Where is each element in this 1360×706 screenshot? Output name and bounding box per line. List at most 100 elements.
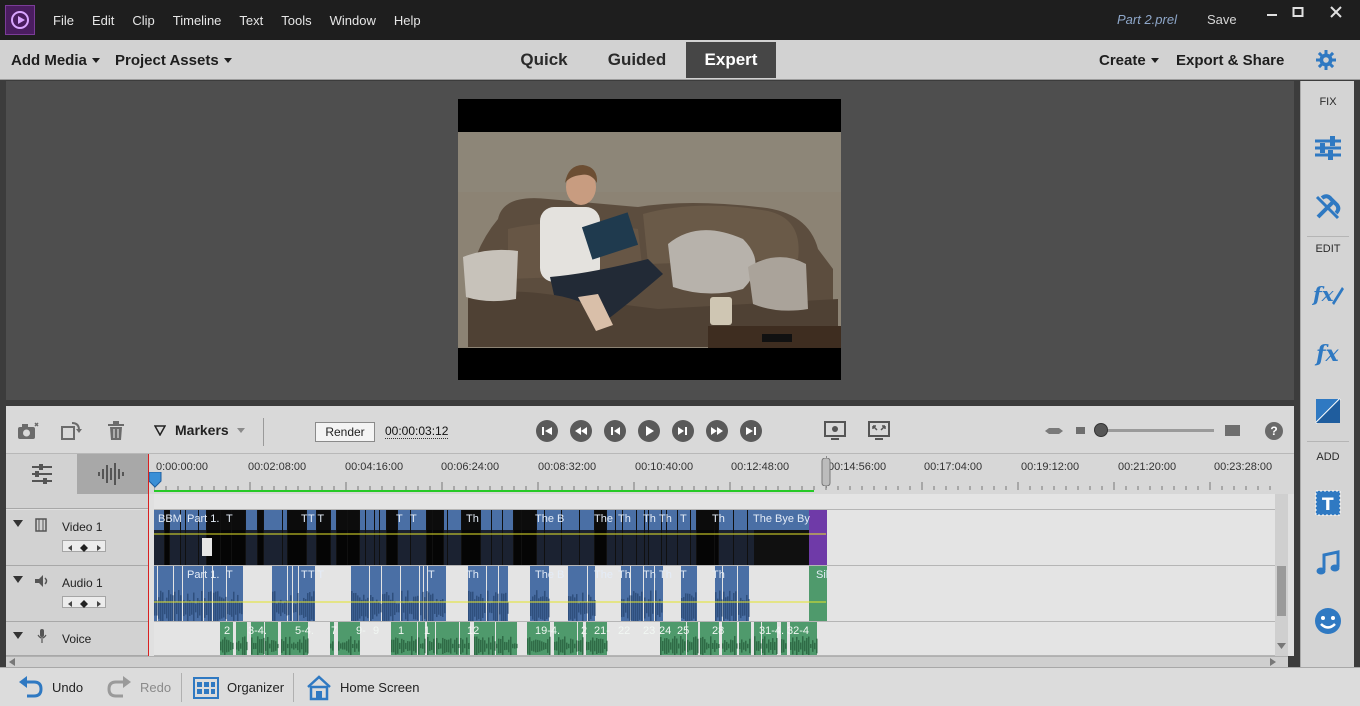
tab-guided[interactable]: Guided xyxy=(595,42,679,78)
menu-clip[interactable]: Clip xyxy=(123,13,163,28)
speaker-icon[interactable] xyxy=(34,574,50,588)
play-icon xyxy=(646,426,654,436)
tab-expert[interactable]: Expert xyxy=(686,42,776,78)
project-assets-button[interactable]: Project Assets xyxy=(115,40,232,80)
redo-button[interactable]: Redo xyxy=(106,668,171,706)
trash-icon[interactable] xyxy=(105,420,127,442)
audio-clips[interactable]: Part 1. T T T T T Th The B The Th Th Th T Th Sil xyxy=(154,566,1281,622)
add-media-button[interactable]: Add Media xyxy=(11,40,100,80)
keyframe-controls[interactable] xyxy=(62,540,106,552)
menu-window[interactable]: Window xyxy=(321,13,385,28)
menu-edit[interactable]: Edit xyxy=(83,13,123,28)
markers-label: Markers xyxy=(175,422,229,438)
create-button[interactable]: Create xyxy=(1099,40,1159,80)
menu-text[interactable]: Text xyxy=(230,13,272,28)
redo-label: Redo xyxy=(140,680,172,695)
clip-label: 2 xyxy=(581,625,587,637)
maximize-button[interactable] xyxy=(1284,2,1312,22)
music-note-icon[interactable] xyxy=(1311,547,1345,581)
rewind-button[interactable] xyxy=(570,420,592,442)
video-preview[interactable] xyxy=(458,99,841,380)
timecode-display[interactable]: 00:00:03:12 xyxy=(385,424,449,439)
scroll-down-icon[interactable] xyxy=(1277,642,1286,650)
playhead-handle[interactable] xyxy=(148,472,162,488)
clip-label: 12 xyxy=(467,625,479,637)
export-share-button[interactable]: Export & Share xyxy=(1176,40,1284,80)
fx-icon[interactable]: fx xyxy=(1311,336,1345,370)
tools-icon[interactable] xyxy=(1311,190,1345,224)
ruler-timecodes[interactable]: 0:00:00:00 00:02:08:00 00:04:16:00 00:06… xyxy=(148,454,1281,494)
zoom-slider-handle[interactable] xyxy=(1094,423,1108,437)
render-button[interactable]: Render xyxy=(315,422,375,442)
color-correct-icon[interactable] xyxy=(1311,394,1345,428)
clip-label: 28 xyxy=(712,625,724,637)
track-options-button[interactable] xyxy=(6,454,77,494)
step-forward-button[interactable] xyxy=(672,420,694,442)
fullscreen-monitor-icon[interactable] xyxy=(868,420,890,442)
organizer-button[interactable]: Organizer xyxy=(193,668,284,706)
track-lane-top xyxy=(154,494,1281,510)
render-preview-monitor-icon[interactable] xyxy=(824,420,846,442)
zoom-max-icon[interactable] xyxy=(1225,425,1240,436)
go-to-end-icon xyxy=(746,427,756,435)
adjust-sliders-icon[interactable] xyxy=(1311,131,1345,165)
track-lane-video-1[interactable]: BBM Part 1. T T T T T T Th The B The Th Th Th T Th The … xyxy=(154,510,1281,566)
zoom-out-icon[interactable] xyxy=(1045,420,1063,442)
clip-label: 24 xyxy=(659,625,671,637)
clip-label: The xyxy=(594,513,613,525)
playhead-line[interactable] xyxy=(148,454,149,656)
clip-label: T T xyxy=(308,569,324,581)
track-lane-audio-1[interactable]: Part 1. T T T T T Th The B The Th Th Th T Th Sil xyxy=(154,566,1281,622)
step-back-button[interactable] xyxy=(604,420,626,442)
menu-tools[interactable]: Tools xyxy=(272,13,320,28)
collapse-triangle-icon[interactable] xyxy=(13,576,23,584)
markers-button[interactable]: Markers xyxy=(154,422,245,438)
scroll-left-icon[interactable] xyxy=(8,658,16,666)
tab-quick[interactable]: Quick xyxy=(506,42,582,78)
microphone-icon[interactable] xyxy=(37,629,47,643)
home-screen-button[interactable]: Home Screen xyxy=(306,668,419,706)
fast-forward-button[interactable] xyxy=(706,420,728,442)
graphics-smiley-icon[interactable] xyxy=(1311,604,1345,638)
menu-file[interactable]: File xyxy=(44,13,83,28)
zoom-min-icon[interactable] xyxy=(1076,427,1085,434)
keyframe-controls[interactable] xyxy=(62,596,106,608)
app-window: File Edit Clip Timeline Text Tools Windo… xyxy=(0,0,1360,706)
clip-label: T xyxy=(301,513,308,525)
audio-waveform-toggle[interactable] xyxy=(77,454,148,494)
collapse-triangle-icon[interactable] xyxy=(13,520,23,528)
title-icon[interactable]: T xyxy=(1311,486,1345,520)
scroll-right-icon[interactable] xyxy=(1269,658,1277,666)
play-button[interactable] xyxy=(638,420,660,442)
ruler-label: 00:23:28:00 xyxy=(1214,461,1273,473)
clip-label: 2 xyxy=(224,625,230,637)
timeline-horizontal-scrollbar[interactable] xyxy=(6,656,1288,667)
rotate-icon[interactable] xyxy=(60,420,82,442)
timeline-vertical-scrollbar[interactable] xyxy=(1275,494,1288,656)
menu-help[interactable]: Help xyxy=(385,13,430,28)
menu-timeline[interactable]: Timeline xyxy=(164,13,231,28)
fx-edit-icon[interactable]: fx xyxy=(1311,277,1345,311)
save-button[interactable]: Save xyxy=(1207,12,1237,27)
track-lane-voice[interactable]: 2 3-4. 5-4. 7 9- 9 1 1 12 19-4. 2 21- 22 23 24 25 28 31-4… xyxy=(154,622,1281,656)
render-status-bar xyxy=(154,490,814,492)
undo-icon xyxy=(19,675,43,697)
snapshot-camera-icon[interactable] xyxy=(17,420,39,442)
video-clips[interactable]: BBM Part 1. T T T T T T Th The B The Th Th Th T Th The … xyxy=(154,510,1281,566)
clip-label: 31-4. xyxy=(759,625,784,637)
minimize-icon xyxy=(1267,14,1277,16)
go-to-start-button[interactable] xyxy=(536,420,558,442)
work-area-end-handle[interactable] xyxy=(821,458,831,486)
minimize-button[interactable] xyxy=(1258,2,1286,22)
voice-clips[interactable]: 2 3-4. 5-4. 7 9- 9 1 1 12 19-4. 2 21- 22 23 24 25 28 31-4… xyxy=(154,622,1281,656)
help-icon[interactable]: ? xyxy=(1265,422,1283,440)
zoom-slider-track[interactable] xyxy=(1099,429,1214,432)
svg-text:fx: fx xyxy=(1314,341,1339,367)
gear-icon[interactable] xyxy=(1314,48,1338,72)
go-to-end-button[interactable] xyxy=(740,420,762,442)
collapse-triangle-icon[interactable] xyxy=(13,632,23,640)
undo-button[interactable]: Undo xyxy=(18,668,83,706)
clip-label: 21- xyxy=(594,625,610,637)
close-button[interactable] xyxy=(1320,2,1352,22)
project-assets-label: Project Assets xyxy=(115,51,219,69)
